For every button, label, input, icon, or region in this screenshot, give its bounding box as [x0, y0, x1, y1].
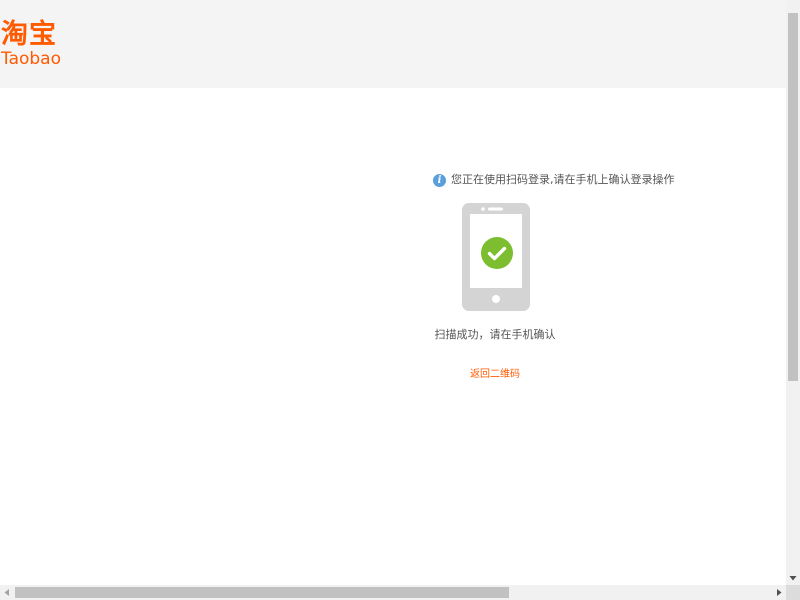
vertical-scrollbar[interactable] [786, 0, 800, 585]
scroll-right-arrow-icon[interactable] [772, 585, 786, 600]
vertical-scroll-thumb[interactable] [788, 13, 798, 381]
scrollbar-corner [786, 585, 800, 600]
header: 淘宝 Taobao [0, 0, 786, 88]
notice-text: 您正在使用扫码登录,请在手机上确认登录操作 [451, 173, 675, 186]
horizontal-scroll-thumb[interactable] [15, 587, 509, 598]
scroll-left-arrow-icon[interactable] [0, 585, 14, 600]
back-to-qrcode-link[interactable]: 返回二维码 [445, 367, 545, 383]
taobao-logo[interactable]: 淘宝 Taobao [1, 19, 75, 69]
logo-english-text: Taobao [1, 49, 61, 69]
info-icon: i [433, 173, 446, 187]
scan-status-text: 扫描成功，请在手机确认 [434, 328, 556, 341]
login-notice: i 您正在使用扫码登录,请在手机上确认登录操作 [433, 172, 675, 188]
check-icon [481, 237, 513, 269]
page-viewport: 淘宝 Taobao i 您正在使用扫码登录,请在手机上确认登录操作 扫描成功，请… [0, 0, 786, 585]
horizontal-scrollbar[interactable] [0, 585, 786, 600]
phone-icon [462, 203, 530, 311]
logo-chinese-text: 淘宝 [1, 19, 57, 50]
scroll-down-arrow-icon[interactable] [786, 571, 800, 585]
